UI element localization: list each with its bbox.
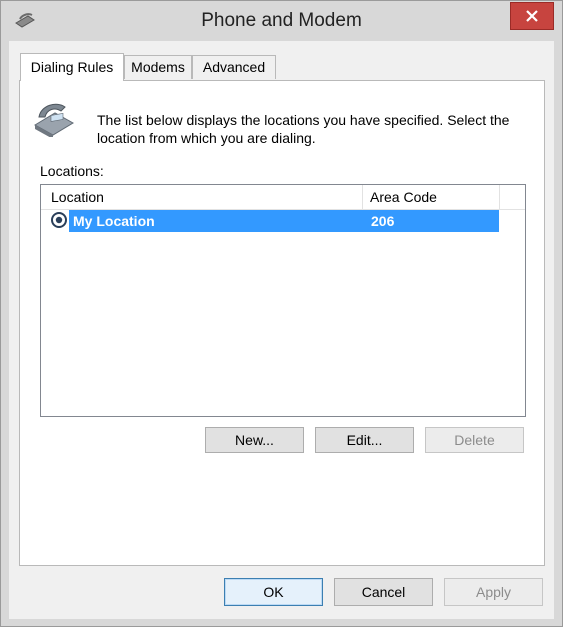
column-header-area-code[interactable]: Area Code (363, 185, 499, 209)
ok-button[interactable]: OK (224, 578, 323, 606)
dialog-window: Phone and Modem Dialing Rules Modems Adv… (0, 0, 563, 627)
locations-label: Locations: (40, 163, 104, 179)
list-header: Location Area Code (41, 185, 525, 210)
apply-button[interactable]: Apply (444, 578, 543, 606)
list-item[interactable]: My Location 206 (69, 210, 499, 232)
column-header-location[interactable]: Location (41, 185, 362, 209)
description-text: The list below displays the locations yo… (97, 112, 510, 146)
area-code-value: 206 (371, 213, 395, 229)
tab-advanced[interactable]: Advanced (192, 55, 276, 79)
edit-button[interactable]: Edit... (315, 427, 414, 453)
close-button[interactable] (510, 2, 554, 30)
column-divider[interactable] (499, 185, 500, 209)
tab-dialing-rules[interactable]: Dialing Rules (20, 53, 124, 81)
title-bar[interactable]: Phone and Modem (1, 1, 562, 41)
close-icon (526, 10, 538, 22)
telephone-icon (31, 99, 77, 140)
location-name: My Location (73, 213, 155, 229)
new-button[interactable]: New... (205, 427, 304, 453)
radio-selected-icon[interactable] (50, 211, 68, 229)
cancel-button[interactable]: Cancel (334, 578, 433, 606)
window-title: Phone and Modem (201, 10, 362, 31)
tab-modems[interactable]: Modems (124, 55, 192, 79)
dialog-client-area: Dialing Rules Modems Advanced The list b… (9, 41, 554, 619)
delete-button[interactable]: Delete (425, 427, 524, 453)
locations-list[interactable]: Location Area Code My Location 206 (40, 184, 526, 417)
